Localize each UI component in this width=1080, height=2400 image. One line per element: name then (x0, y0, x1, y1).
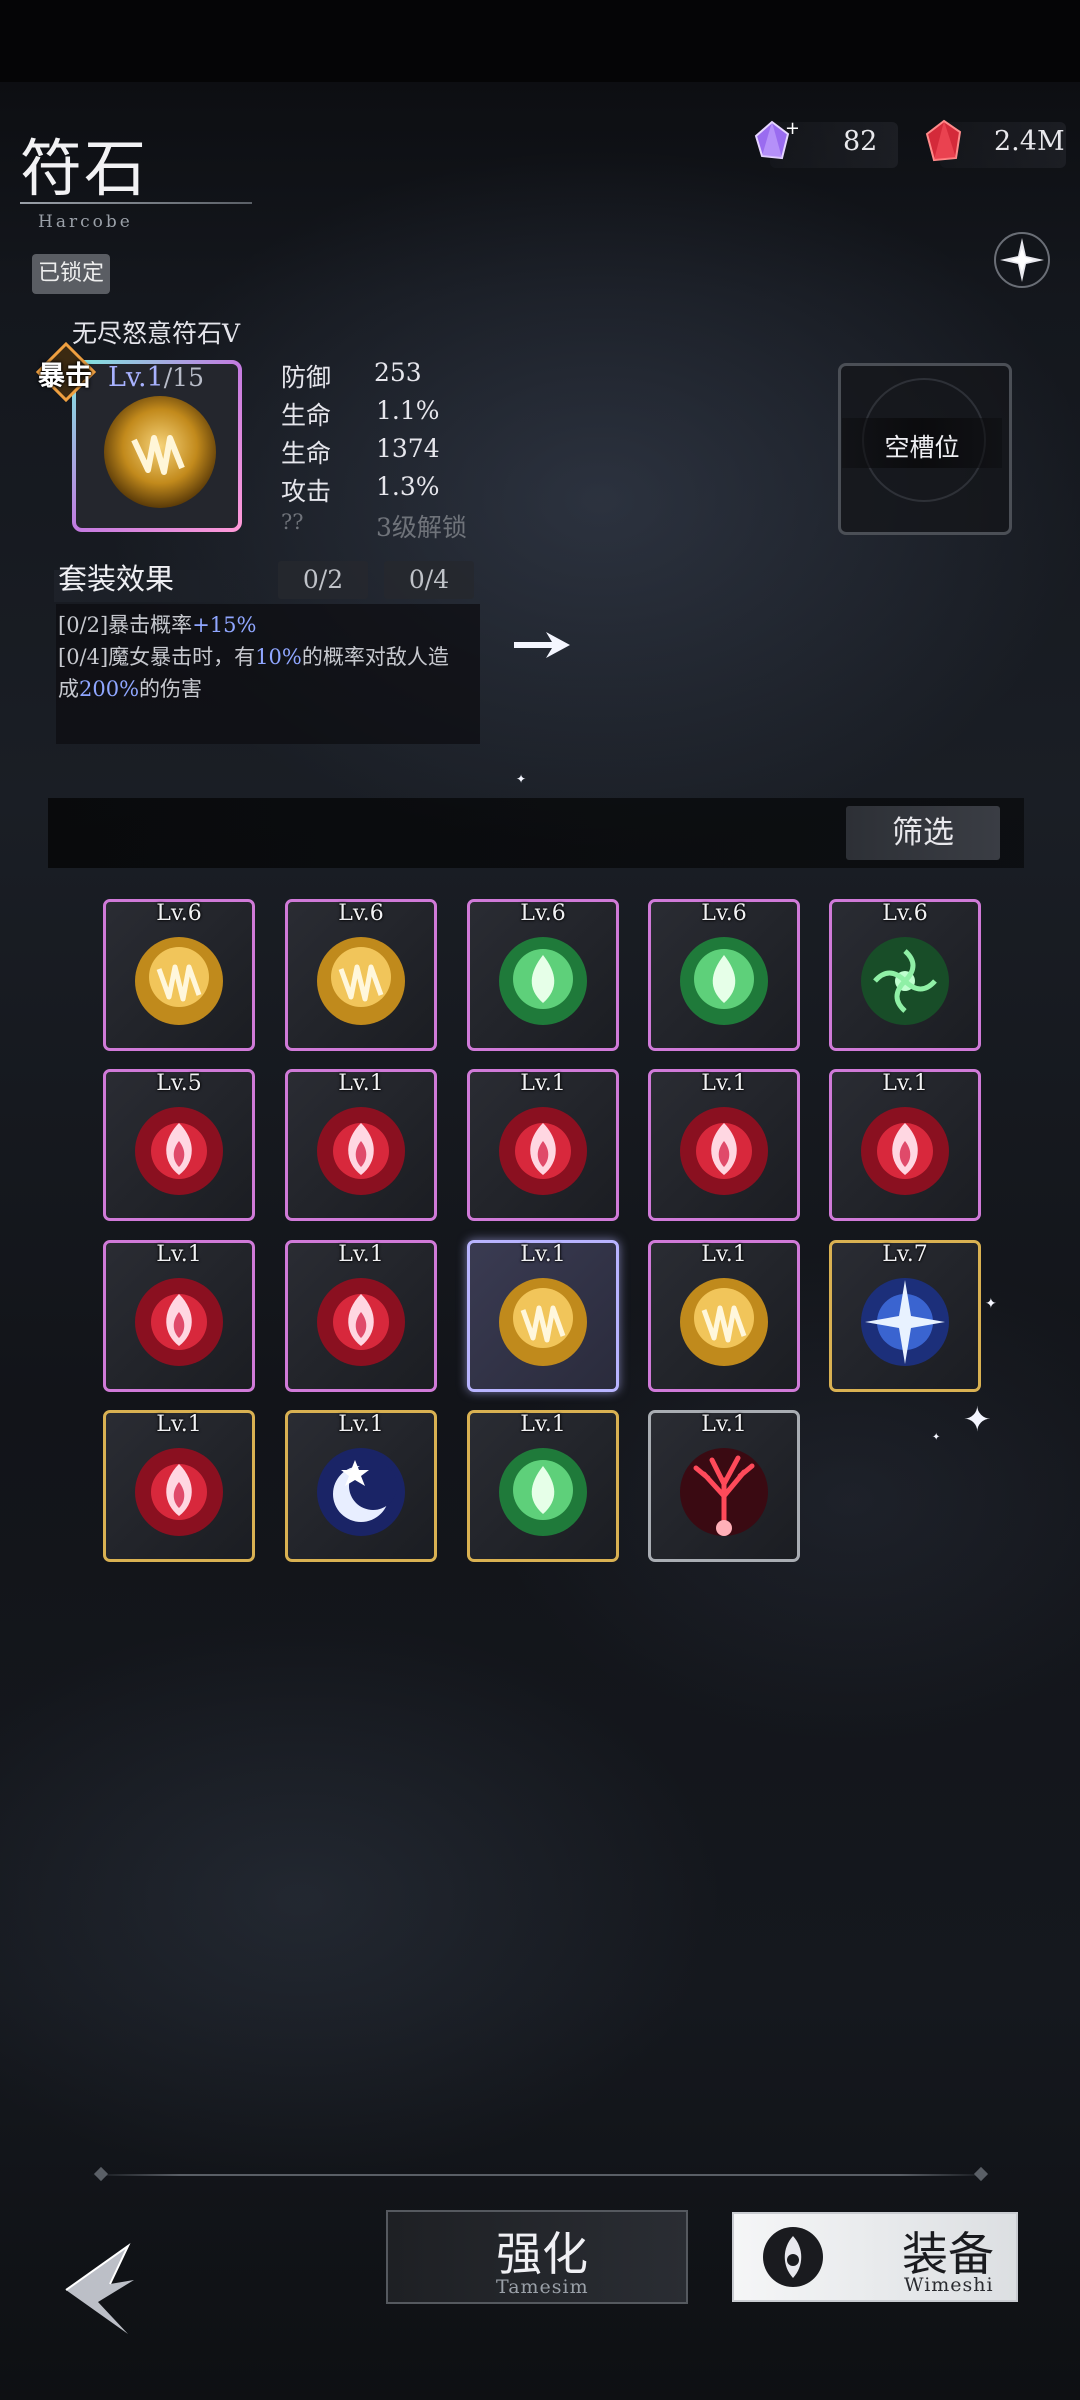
stat-label-locked: ?? (281, 510, 304, 534)
stat-value-locked: 3级解锁 (376, 513, 467, 542)
status-bar-area (0, 0, 1080, 82)
equip-button-sublabel: Wimeshi (904, 2274, 994, 2296)
rune-item[interactable]: Lv.6 (285, 899, 437, 1051)
rune-item-level: Lv.1 (520, 1412, 566, 1437)
set-line1-prefix: [0/2]暴击概率 (58, 613, 193, 637)
rune-item[interactable]: Lv.6 (648, 899, 800, 1051)
rune-item-level: Lv.6 (882, 901, 928, 926)
crit-badge-label: 暴击 (38, 361, 92, 392)
star-sparkle-decor: ✦ (516, 772, 527, 786)
rune-item[interactable]: Lv.1 (285, 1069, 437, 1221)
rune-item[interactable]: Lv.1 (467, 1069, 619, 1221)
rune-item[interactable]: Lv.5 (103, 1069, 255, 1221)
set-effect-line-1: [0/2]暴击概率+15% (58, 609, 256, 641)
set-line2-prefix: [0/4]魔女暴击时，有 (58, 645, 256, 669)
crystal-count: 82 (843, 126, 878, 157)
set-line3-suffix: 的伤害 (139, 677, 203, 701)
svg-text:+: + (785, 118, 798, 139)
rune-item[interactable]: Lv.6 (467, 899, 619, 1051)
rune-item[interactable]: Lv.1 (467, 1240, 619, 1392)
equip-emblem-icon (763, 2227, 823, 2287)
rune-item-level: Lv.1 (701, 1071, 747, 1096)
stat-value: 253 (374, 358, 422, 387)
rune-item[interactable]: Lv.1 (103, 1240, 255, 1392)
rune-item-level: Lv.6 (701, 901, 747, 926)
divider-ornament (973, 2166, 989, 2182)
enhance-button-sublabel: Tamesim (496, 2276, 589, 2298)
rune-item-level: Lv.1 (520, 1242, 566, 1267)
rune-item-level: Lv.1 (338, 1071, 384, 1096)
filter-button[interactable]: 筛选 (846, 806, 1000, 860)
set-effect-line-2: [0/4]魔女暴击时，有10%的概率对敌人造 (58, 641, 449, 673)
set-line1-highlight: +15% (192, 613, 257, 637)
rune-item[interactable]: Lv.1 (648, 1410, 800, 1562)
rune-item-level: Lv.1 (701, 1412, 747, 1437)
title-underline (20, 202, 252, 204)
enhance-button[interactable]: 强化 Tamesim (386, 2210, 688, 2304)
stat-value: 1.1% (376, 396, 440, 425)
set-count-2[interactable]: 0/2 (278, 561, 368, 599)
rune-level-current: Lv.1 (108, 362, 164, 393)
stat-label: 生命 (281, 401, 332, 430)
arrow-right-icon[interactable] (512, 630, 572, 660)
rune-item-level: Lv.1 (156, 1412, 202, 1437)
rune-item-level: Lv.6 (156, 901, 202, 926)
rune-item-level: Lv.1 (156, 1242, 202, 1267)
bottom-divider (90, 2174, 990, 2176)
page-title: 符石 (20, 132, 149, 205)
rune-name: 无尽怒意符石Ⅴ (72, 319, 241, 348)
page-subtitle: Harcobe (38, 212, 133, 232)
star-sparkle-decor: ✦ (985, 1296, 997, 1312)
rune-item-level: Lv.5 (156, 1071, 202, 1096)
set-count-4[interactable]: 0/4 (384, 561, 474, 599)
ruby-count: 2.4M (994, 126, 1065, 157)
rune-item[interactable]: Lv.6 (103, 899, 255, 1051)
stat-label: 防御 (281, 363, 332, 392)
rune-item[interactable]: Lv.1 (648, 1069, 800, 1221)
stat-value: 1.3% (376, 472, 440, 501)
stat-label: 攻击 (281, 477, 332, 506)
equip-button[interactable]: 装备 Wimeshi (732, 2212, 1018, 2302)
rune-item[interactable]: Lv.1 (467, 1410, 619, 1562)
rune-item-level: Lv.1 (338, 1412, 384, 1437)
rune-item[interactable]: Lv.6 (829, 899, 981, 1051)
stat-value: 1374 (376, 434, 440, 463)
rune-level-max: /15 (163, 363, 204, 392)
empty-slot-label: 空槽位 (884, 433, 960, 462)
rune-item[interactable]: Lv.1 (285, 1240, 437, 1392)
rune-item[interactable]: Lv.7 (829, 1240, 981, 1392)
rune-level: Lv.1/15 (108, 362, 204, 393)
rune-item-level: Lv.6 (520, 901, 566, 926)
set-line3-highlight: 200% (79, 677, 140, 701)
rune-item[interactable]: Lv.1 (103, 1410, 255, 1562)
rune-item-level: Lv.1 (701, 1242, 747, 1267)
set-effect-title: 套装效果 (58, 562, 175, 596)
rune-item-level: Lv.7 (882, 1242, 928, 1267)
set-line2-mid: 的概率对敌人造 (301, 645, 449, 669)
rune-item-level: Lv.1 (338, 1242, 384, 1267)
ruby-icon (925, 119, 962, 162)
rune-item-level: Lv.6 (338, 901, 384, 926)
back-arrow-icon[interactable] (58, 2240, 140, 2340)
set-effect-line-3: 成200%的伤害 (58, 673, 202, 705)
set-line2-highlight: 10% (255, 645, 302, 669)
crystal-icon: + (754, 118, 798, 160)
divider-ornament (93, 2166, 109, 2182)
sparkle-icon[interactable] (992, 230, 1052, 290)
lock-toggle-button[interactable]: 已锁定 (32, 254, 110, 294)
stat-label: 生命 (281, 439, 332, 468)
rune-item[interactable]: Lv.1 (285, 1410, 437, 1562)
enhance-button-label: 强化 (496, 2227, 588, 2281)
set-line3-prefix: 成 (58, 677, 79, 701)
rune-item-level: Lv.1 (882, 1071, 928, 1096)
rune-item-level: Lv.1 (520, 1071, 566, 1096)
star-sparkle-decor: ✦ (932, 1432, 941, 1443)
rune-item[interactable]: Lv.1 (829, 1069, 981, 1221)
rune-item[interactable]: Lv.1 (648, 1240, 800, 1392)
star-sparkle-decor: ✦ (963, 1400, 992, 1440)
